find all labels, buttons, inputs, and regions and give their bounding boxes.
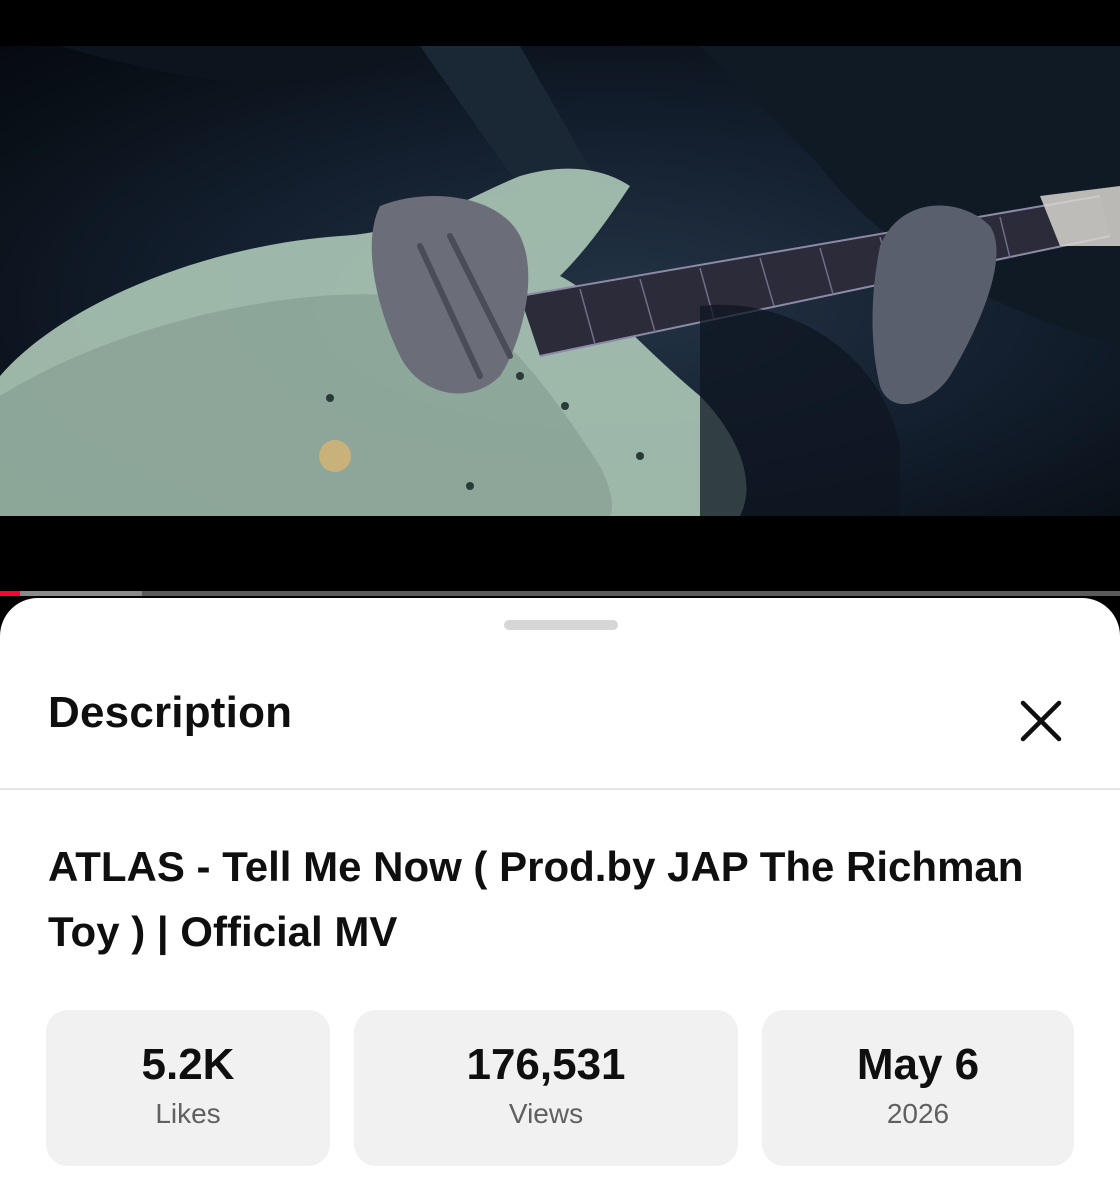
- progress-buffered: [0, 591, 142, 596]
- views-count: 176,531: [466, 1040, 626, 1089]
- video-title: ATLAS - Tell Me Now ( Prod.by JAP The Ri…: [48, 843, 1024, 955]
- publish-date: May 6: [856, 1040, 980, 1089]
- sheet-title: Description: [48, 688, 293, 737]
- video-frame[interactable]: [0, 46, 1120, 516]
- views-label: Views: [508, 1098, 584, 1129]
- stat-card-likes: 5.2K Likes: [46, 1010, 330, 1166]
- progress-bar[interactable]: [0, 591, 1120, 596]
- stat-card-date: May 6 2026: [762, 1010, 1074, 1166]
- sheet-header: Description: [0, 654, 1120, 786]
- drag-handle[interactable]: [504, 620, 618, 630]
- video-player[interactable]: [0, 0, 1120, 596]
- progress-played: [0, 591, 20, 596]
- description-sheet: Description ATLAS - Tell Me Now ( Prod.b…: [0, 598, 1120, 1200]
- header-divider: [0, 788, 1120, 790]
- video-frame-art: [0, 46, 1120, 516]
- publish-year: 2026: [886, 1098, 950, 1129]
- likes-count: 5.2K: [141, 1040, 235, 1089]
- stat-card-views: 176,531 Views: [354, 1010, 738, 1166]
- close-icon: [1020, 700, 1062, 742]
- likes-label: Likes: [155, 1098, 221, 1129]
- close-button[interactable]: [1010, 690, 1072, 752]
